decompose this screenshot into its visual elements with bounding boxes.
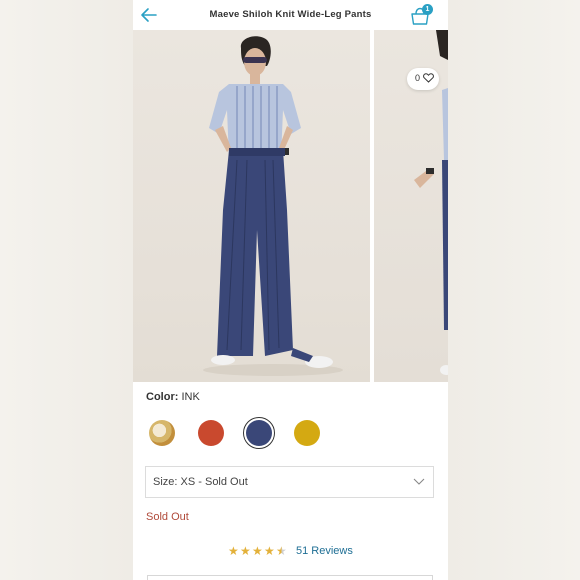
swatch-rust[interactable] [198, 420, 224, 446]
bag-count-badge: 1 [422, 4, 433, 15]
product-image-main[interactable] [133, 30, 370, 382]
background-right [448, 0, 580, 580]
star-icon: ★ [228, 544, 239, 558]
favorite-button[interactable]: 0 [407, 68, 439, 90]
swatch-mustard[interactable] [294, 420, 320, 446]
size-label: Size: [153, 476, 178, 488]
reviews-link[interactable]: 51 Reviews [296, 545, 353, 557]
heart-icon [423, 73, 434, 83]
chevron-down-icon [413, 478, 425, 485]
swatch-floral-print[interactable] [149, 420, 175, 446]
product-page: Maeve Shiloh Knit Wide-Leg Pants 1 0 Col… [133, 0, 448, 580]
top-bar: Maeve Shiloh Knit Wide-Leg Pants 1 [133, 0, 448, 30]
color-label: Color: INK [146, 391, 200, 403]
star-icon: ★ [264, 544, 275, 558]
back-button[interactable] [139, 6, 159, 24]
half-star-icon: ★ [276, 544, 287, 558]
background-left [0, 0, 133, 580]
product-image-gallery[interactable]: 0 [133, 30, 448, 382]
size-select[interactable]: Size: XS - Sold Out [145, 466, 434, 498]
color-label-text: Color: [146, 391, 179, 403]
star-icon: ★ [252, 544, 263, 558]
size-select-text: Size: XS - Sold Out [153, 476, 248, 488]
size-value: XS - Sold Out [180, 476, 248, 488]
swatch-ink[interactable] [246, 420, 272, 446]
page-title: Maeve Shiloh Knit Wide-Leg Pants [209, 9, 372, 20]
star-icon: ★ [240, 544, 251, 558]
arrow-left-icon [141, 8, 157, 22]
availability-status: Sold Out [146, 511, 189, 523]
color-value: INK [181, 391, 200, 403]
favorite-count: 0 [415, 73, 421, 83]
next-section-edge [147, 575, 433, 580]
model-illustration [203, 36, 343, 376]
